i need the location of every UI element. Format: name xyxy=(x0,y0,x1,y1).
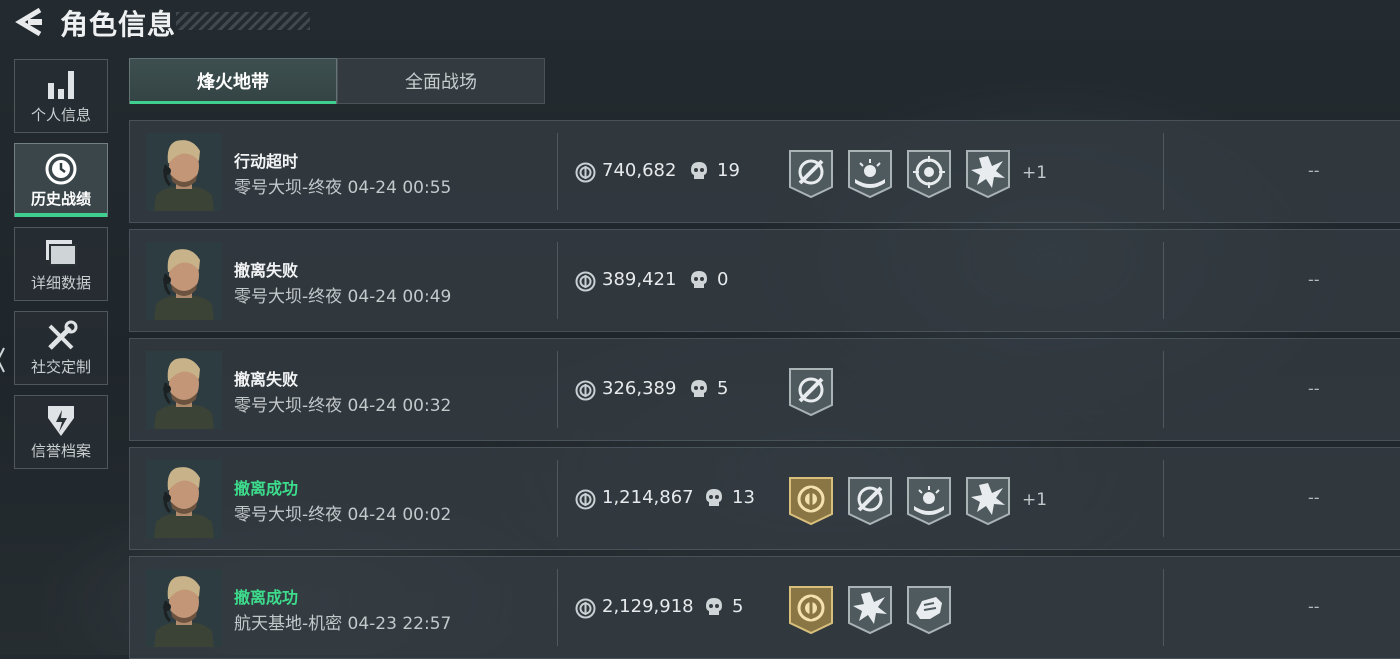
match-map-time: 零号大坝-终夜 04-24 00:55 xyxy=(234,178,452,198)
crosshair-badge-icon[interactable] xyxy=(847,474,893,526)
extra-value: -- xyxy=(1308,379,1320,398)
extra-value: -- xyxy=(1308,488,1320,507)
nav-label: 信誉档案 xyxy=(30,442,91,460)
nav-label: 详细数据 xyxy=(30,274,91,292)
more-badges-count: +1 xyxy=(1022,490,1048,510)
nav-item-social[interactable]: 社交定制 xyxy=(14,311,108,385)
tools-icon xyxy=(44,320,78,354)
more-badges-count: +1 xyxy=(1022,163,1048,183)
fist-badge-icon[interactable] xyxy=(906,583,952,635)
reputation-shield-icon xyxy=(46,404,76,438)
badge-list xyxy=(788,365,847,417)
kill-count: 13 xyxy=(732,487,755,508)
header: 角色信息 xyxy=(0,0,1400,48)
badge-list xyxy=(788,583,965,635)
kill-count: 0 xyxy=(717,269,729,290)
burst-badge-icon[interactable] xyxy=(847,583,893,635)
match-row[interactable]: 撤离成功 零号大坝-终夜 04-24 00:02 1,214,867 13 +1… xyxy=(129,447,1400,550)
divider xyxy=(557,460,558,537)
match-map-time: 航天基地-机密 04-23 22:57 xyxy=(234,614,452,634)
gold-emblem-badge-icon[interactable] xyxy=(788,474,834,526)
match-map-time: 零号大坝-终夜 04-24 00:02 xyxy=(234,505,452,525)
currency-coin-icon xyxy=(575,598,596,619)
tab-beacon-zone[interactable]: 烽火地带 xyxy=(129,58,337,104)
match-row[interactable]: 撤离成功 航天基地-机密 04-23 22:57 2,129,918 5 -- xyxy=(129,556,1400,659)
skull-icon xyxy=(691,162,707,179)
crosshair-badge-icon[interactable] xyxy=(788,365,834,417)
divider xyxy=(1163,460,1164,537)
nav-label: 历史战绩 xyxy=(30,190,91,208)
avatar xyxy=(146,460,222,538)
avatar xyxy=(146,133,222,211)
skull-target-badge-icon[interactable] xyxy=(906,147,952,199)
skull-icon xyxy=(706,598,722,615)
skull-icon xyxy=(691,271,707,288)
folder-icon xyxy=(44,236,78,270)
match-value: 740,682 xyxy=(602,160,677,181)
match-value: 1,214,867 xyxy=(602,487,694,508)
currency-coin-icon xyxy=(575,162,596,183)
gold-emblem-badge-icon[interactable] xyxy=(788,583,834,635)
crosshair-badge-icon[interactable] xyxy=(788,147,834,199)
badge-list: +1 xyxy=(788,147,1047,199)
match-result: 撤离失败 xyxy=(234,261,299,280)
match-value: 2,129,918 xyxy=(602,596,694,617)
title-decoration xyxy=(176,12,310,30)
extra-value: -- xyxy=(1308,597,1320,616)
bar-chart-icon xyxy=(46,68,76,102)
history-clock-icon xyxy=(44,152,78,186)
skull-icon xyxy=(706,489,722,506)
mode-tabs: 烽火地带 全面战场 xyxy=(129,58,545,104)
avatar xyxy=(146,569,222,647)
divider xyxy=(1163,133,1164,210)
page-title: 角色信息 xyxy=(60,8,177,41)
currency-coin-icon xyxy=(575,489,596,510)
divider xyxy=(557,351,558,428)
back-arrow-icon[interactable] xyxy=(14,6,44,38)
match-value: 389,421 xyxy=(602,269,677,290)
match-row[interactable]: 撤离失败 零号大坝-终夜 04-24 00:32 326,389 5 -- xyxy=(129,338,1400,441)
collapse-chevron-icon[interactable] xyxy=(0,346,5,374)
tab-full-battlefield[interactable]: 全面战场 xyxy=(337,58,545,104)
divider xyxy=(557,133,558,210)
divider xyxy=(1163,242,1164,319)
sunrise-badge-icon[interactable] xyxy=(847,147,893,199)
avatar xyxy=(146,242,222,320)
match-result: 撤离失败 xyxy=(234,370,299,389)
nav-item-history[interactable]: 历史战绩 xyxy=(14,143,108,217)
match-result: 撤离成功 xyxy=(234,479,299,498)
currency-coin-icon xyxy=(575,380,596,401)
badge-list: +1 xyxy=(788,474,1047,526)
divider xyxy=(1163,569,1164,646)
burst-badge-icon[interactable] xyxy=(965,147,1011,199)
divider xyxy=(1163,351,1164,428)
kill-count: 5 xyxy=(717,378,729,399)
kill-count: 5 xyxy=(732,596,744,617)
nav-item-detailed-data[interactable]: 详细数据 xyxy=(14,227,108,301)
nav-label: 个人信息 xyxy=(30,106,91,124)
divider xyxy=(557,569,558,646)
extra-value: -- xyxy=(1308,270,1320,289)
kill-count: 19 xyxy=(717,160,740,181)
nav-item-reputation[interactable]: 信誉档案 xyxy=(14,395,108,469)
currency-coin-icon xyxy=(575,271,596,292)
avatar xyxy=(146,351,222,429)
match-map-time: 零号大坝-终夜 04-24 00:32 xyxy=(234,396,452,416)
nav-item-personal-info[interactable]: 个人信息 xyxy=(14,59,108,133)
match-result: 行动超时 xyxy=(234,152,299,171)
match-value: 326,389 xyxy=(602,378,677,399)
burst-badge-icon[interactable] xyxy=(965,474,1011,526)
match-result: 撤离成功 xyxy=(234,588,299,607)
match-map-time: 零号大坝-终夜 04-24 00:49 xyxy=(234,287,452,307)
nav-label: 社交定制 xyxy=(30,358,91,376)
sunrise-badge-icon[interactable] xyxy=(906,474,952,526)
divider xyxy=(557,242,558,319)
extra-value: -- xyxy=(1308,161,1320,180)
skull-icon xyxy=(691,380,707,397)
match-row[interactable]: 行动超时 零号大坝-终夜 04-24 00:55 740,682 19 +1 -… xyxy=(129,120,1400,223)
match-row[interactable]: 撤离失败 零号大坝-终夜 04-24 00:49 389,421 0 -- xyxy=(129,229,1400,332)
